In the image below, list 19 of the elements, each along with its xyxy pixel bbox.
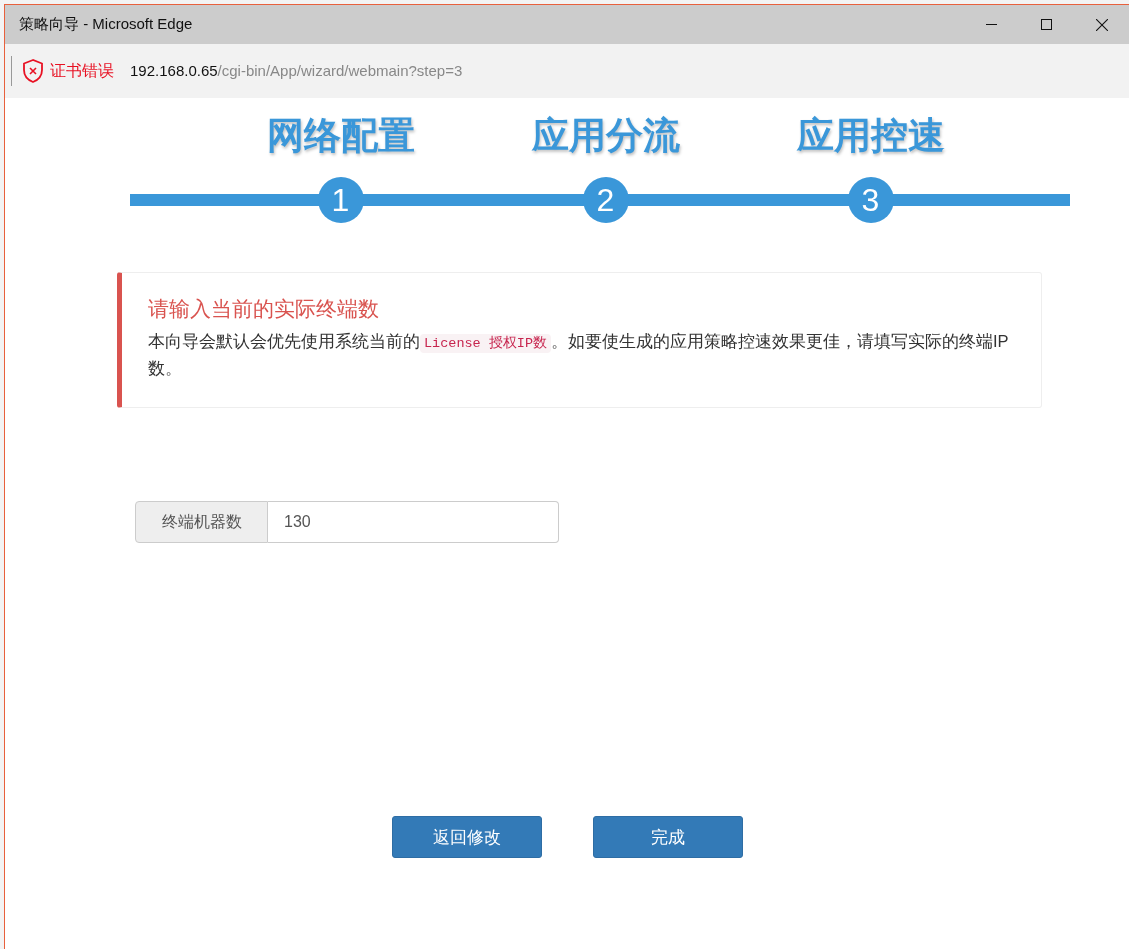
window-title: 策略向导 - Microsoft Edge	[19, 15, 194, 34]
step-number-circle: 2	[582, 177, 629, 223]
terminal-count-field[interactable]: 130	[268, 501, 559, 543]
terminal-count-label: 终端机器数	[135, 501, 268, 543]
alert-message: 本向导会默认会优先使用系统当前的 License 授权IP数 。如要使生成的应用策略控速效果更佳，请填写实际的终端IP数。	[148, 331, 1010, 379]
close-icon	[1095, 18, 1108, 31]
step-number-circle: 1	[317, 177, 364, 223]
minimize-icon	[986, 24, 997, 25]
certificate-error-label[interactable]: 证书错误	[50, 60, 114, 82]
url-text[interactable]: 192.168.0.65/cgi-bin/App/wizard/webmain?step=3	[130, 62, 463, 80]
maximize-icon	[1041, 19, 1052, 30]
step-title: 应用控速	[796, 114, 945, 158]
finish-button[interactable]: 完成	[593, 816, 743, 858]
step-title: 应用分流	[531, 114, 680, 158]
alert-title: 请输入当前的实际终端数	[148, 296, 380, 322]
step-number-circle: 3	[847, 177, 894, 223]
back-button[interactable]: 返回修改	[392, 816, 542, 858]
step-title: 网络配置	[266, 114, 415, 158]
shield-error-icon	[22, 59, 44, 83]
